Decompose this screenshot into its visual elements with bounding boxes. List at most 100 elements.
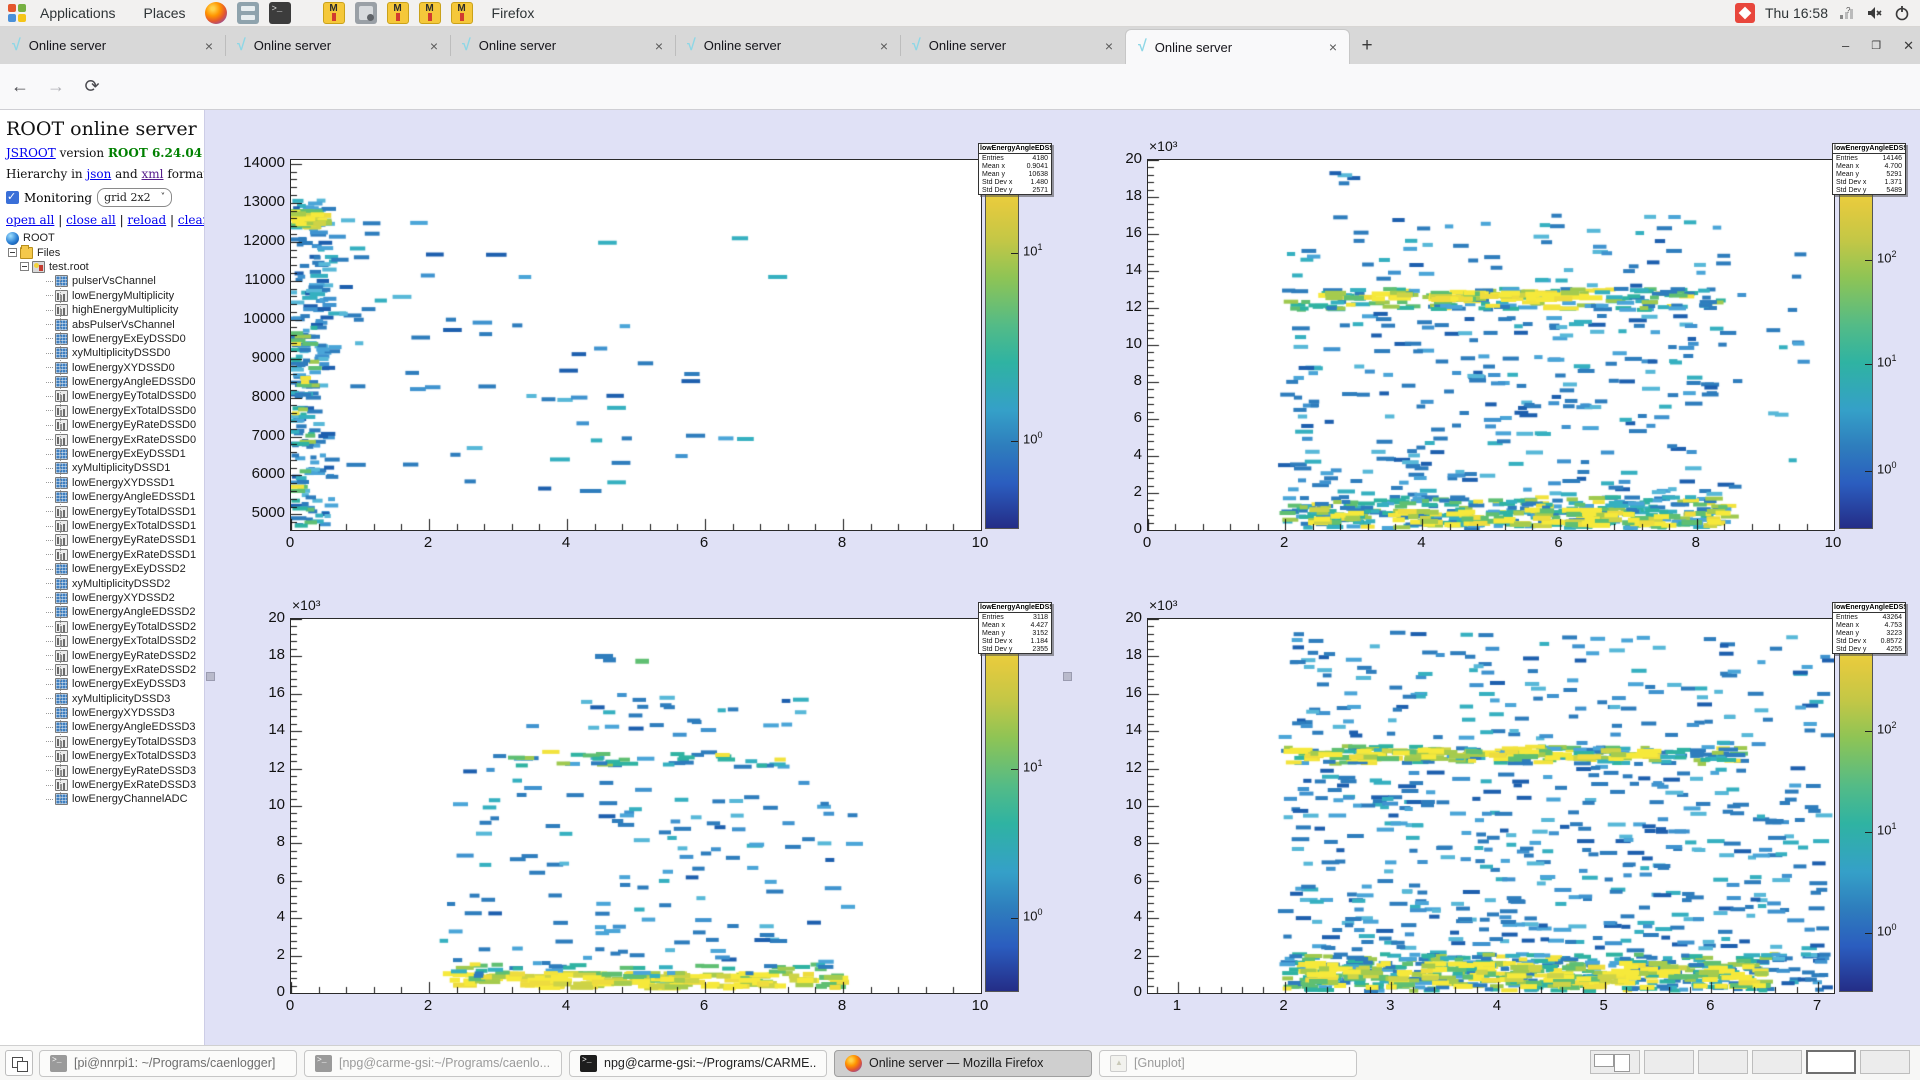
palette-colorbar[interactable] (1839, 159, 1873, 529)
midas-app-icon[interactable] (451, 2, 473, 24)
terminal-icon[interactable] (269, 2, 291, 24)
open-all-link[interactable]: open all (6, 213, 54, 227)
midas-app-icon[interactable] (323, 2, 345, 24)
forward-button[interactable]: → (40, 71, 72, 103)
palette-colorbar[interactable] (985, 159, 1019, 529)
palette-colorbar[interactable] (985, 618, 1019, 992)
jsroot-link[interactable]: JSROOT (6, 146, 56, 160)
collapse-toggle[interactable] (20, 262, 29, 271)
json-link[interactable]: json (86, 167, 111, 181)
tree-item-label[interactable]: lowEnergyExRateDSSD2 (72, 664, 196, 676)
histogram-canvas-lowEnergyAngleEDSSD1[interactable] (1147, 159, 1835, 531)
tree-file-label[interactable]: test.root (49, 261, 89, 273)
back-button[interactable]: ← (4, 71, 36, 103)
tree-item-label[interactable]: lowEnergyXYDSSD1 (72, 477, 175, 489)
browser-tab[interactable]: √Online server× (0, 27, 225, 64)
restore-button[interactable]: ❐ (1871, 39, 1881, 52)
tree-item-label[interactable]: lowEnergyExRateDSSD1 (72, 549, 196, 561)
tree-item-label[interactable]: lowEnergyExRateDSSD0 (72, 434, 196, 446)
tree-item-label[interactable]: xyMultiplicityDSSD0 (72, 347, 170, 359)
grid-layout-select[interactable]: grid 2x2˅ (97, 188, 172, 207)
tree-item-label[interactable]: lowEnergyExEyDSSD2 (72, 563, 186, 575)
tree-item-label[interactable]: lowEnergyEyTotalDSSD3 (72, 736, 196, 748)
applications-menu[interactable]: Applications (26, 0, 130, 26)
tree-item-label[interactable]: lowEnergyAngleEDSSD0 (72, 376, 196, 388)
clock[interactable]: Thu 16:58 (1765, 5, 1828, 21)
frame-resize-handle[interactable] (1063, 672, 1072, 681)
taskbar-window-button[interactable]: Online server — Mozilla Firefox (834, 1050, 1092, 1077)
tree-item-label[interactable]: lowEnergyAngleEDSSD3 (72, 721, 196, 733)
tree-item-label[interactable]: lowEnergyEyRateDSSD2 (72, 650, 196, 662)
histogram-canvas-lowEnergyAngleEDSSD0[interactable] (290, 159, 982, 531)
tab-close-icon[interactable]: × (201, 36, 217, 56)
network-status-icon[interactable]: ? (1838, 5, 1856, 21)
tab-close-icon[interactable]: × (1101, 36, 1117, 56)
workspace-cell[interactable] (1752, 1050, 1802, 1074)
applications-menu-icon[interactable] (8, 4, 26, 22)
reload-button[interactable]: ⟳ (76, 71, 108, 103)
taskbar-window-button[interactable]: [Gnuplot] (1099, 1050, 1357, 1077)
browser-tab[interactable]: √Online server× (225, 27, 450, 64)
minimize-button[interactable]: – (1842, 38, 1849, 53)
browser-tab[interactable]: √Online server× (1125, 29, 1350, 64)
workspace-cell[interactable] (1590, 1050, 1640, 1074)
browser-tab[interactable]: √Online server× (900, 27, 1125, 64)
tree-item-label[interactable]: lowEnergyExTotalDSSD3 (72, 750, 196, 762)
tab-close-icon[interactable]: × (651, 36, 667, 56)
clear-link[interactable]: clear (178, 213, 205, 227)
volume-muted-icon[interactable] (1866, 5, 1884, 21)
collapse-toggle[interactable] (8, 248, 17, 257)
tree-item-label[interactable]: lowEnergyEyRateDSSD0 (72, 419, 196, 431)
monitoring-checkbox[interactable] (6, 191, 19, 204)
tree-item-label[interactable]: lowEnergyXYDSSD3 (72, 707, 175, 719)
tree-item-label[interactable]: lowEnergyEyTotalDSSD0 (72, 390, 196, 402)
tree-item-label[interactable]: xyMultiplicityDSSD3 (72, 693, 170, 705)
firefox-launcher-icon[interactable] (205, 2, 227, 24)
tab-close-icon[interactable]: × (876, 36, 892, 56)
workspace-cell[interactable] (1644, 1050, 1694, 1074)
tree-item-label[interactable]: lowEnergyEyTotalDSSD1 (72, 506, 196, 518)
screenshot-tool-icon[interactable] (355, 2, 377, 24)
midas-app-icon[interactable] (419, 2, 441, 24)
tree-item-label[interactable]: lowEnergyEyRateDSSD3 (72, 765, 196, 777)
new-tab-button[interactable]: + (1350, 27, 1384, 64)
histogram-canvas-lowEnergyAngleEDSSD3[interactable] (1147, 618, 1835, 994)
tree-item-label[interactable]: lowEnergyEyTotalDSSD2 (72, 621, 196, 633)
tree-root-label[interactable]: ROOT (23, 232, 55, 244)
tab-close-icon[interactable]: × (426, 36, 442, 56)
active-app-label[interactable]: Firefox (478, 0, 549, 26)
file-manager-icon[interactable] (237, 2, 259, 24)
tree-item-label[interactable]: lowEnergyXYDSSD0 (72, 362, 175, 374)
tree-item-label[interactable]: xyMultiplicityDSSD1 (72, 462, 170, 474)
show-desktop-button[interactable] (5, 1050, 33, 1076)
browser-tab[interactable]: √Online server× (675, 27, 900, 64)
palette-colorbar[interactable] (1839, 618, 1873, 992)
tree-item-label[interactable]: lowEnergyEyRateDSSD1 (72, 534, 196, 546)
tree-item-label[interactable]: lowEnergyExRateDSSD3 (72, 779, 196, 791)
tree-folder-label[interactable]: Files (37, 247, 60, 259)
frame-resize-handle[interactable] (206, 672, 215, 681)
taskbar-window-button[interactable]: npg@carme-gsi:~/Programs/CARME... (569, 1050, 827, 1077)
xml-link[interactable]: xml (142, 167, 164, 181)
tree-item-label[interactable]: lowEnergyExEyDSSD0 (72, 333, 186, 345)
tree-item-label[interactable]: lowEnergyChannelADC (72, 793, 188, 805)
tree-item-label[interactable]: lowEnergyAngleEDSSD2 (72, 606, 196, 618)
close-all-link[interactable]: close all (66, 213, 116, 227)
recorder-tray-icon[interactable] (1735, 3, 1755, 23)
places-menu[interactable]: Places (130, 0, 200, 26)
workspace-cell[interactable] (1806, 1050, 1856, 1074)
workspace-cell[interactable] (1698, 1050, 1748, 1074)
reload-link[interactable]: reload (127, 213, 166, 227)
tree-item-label[interactable]: lowEnergyXYDSSD2 (72, 592, 175, 604)
tree-item-label[interactable]: lowEnergyMultiplicity (72, 290, 174, 302)
histogram-canvas-lowEnergyAngleEDSSD2[interactable] (290, 618, 982, 994)
taskbar-window-button[interactable]: [pi@nnrpi1: ~/Programs/caenlogger] (39, 1050, 297, 1077)
tree-item-label[interactable]: lowEnergyExTotalDSSD0 (72, 405, 196, 417)
tree-item-label[interactable]: xyMultiplicityDSSD2 (72, 578, 170, 590)
tree-item-label[interactable]: highEnergyMultiplicity (72, 304, 178, 316)
close-window-button[interactable]: ✕ (1903, 38, 1914, 54)
tree-item-label[interactable]: lowEnergyExTotalDSSD1 (72, 520, 196, 532)
tree-item-label[interactable]: absPulserVsChannel (72, 319, 175, 331)
tree-item-label[interactable]: lowEnergyAngleEDSSD1 (72, 491, 196, 503)
midas-app-icon[interactable] (387, 2, 409, 24)
